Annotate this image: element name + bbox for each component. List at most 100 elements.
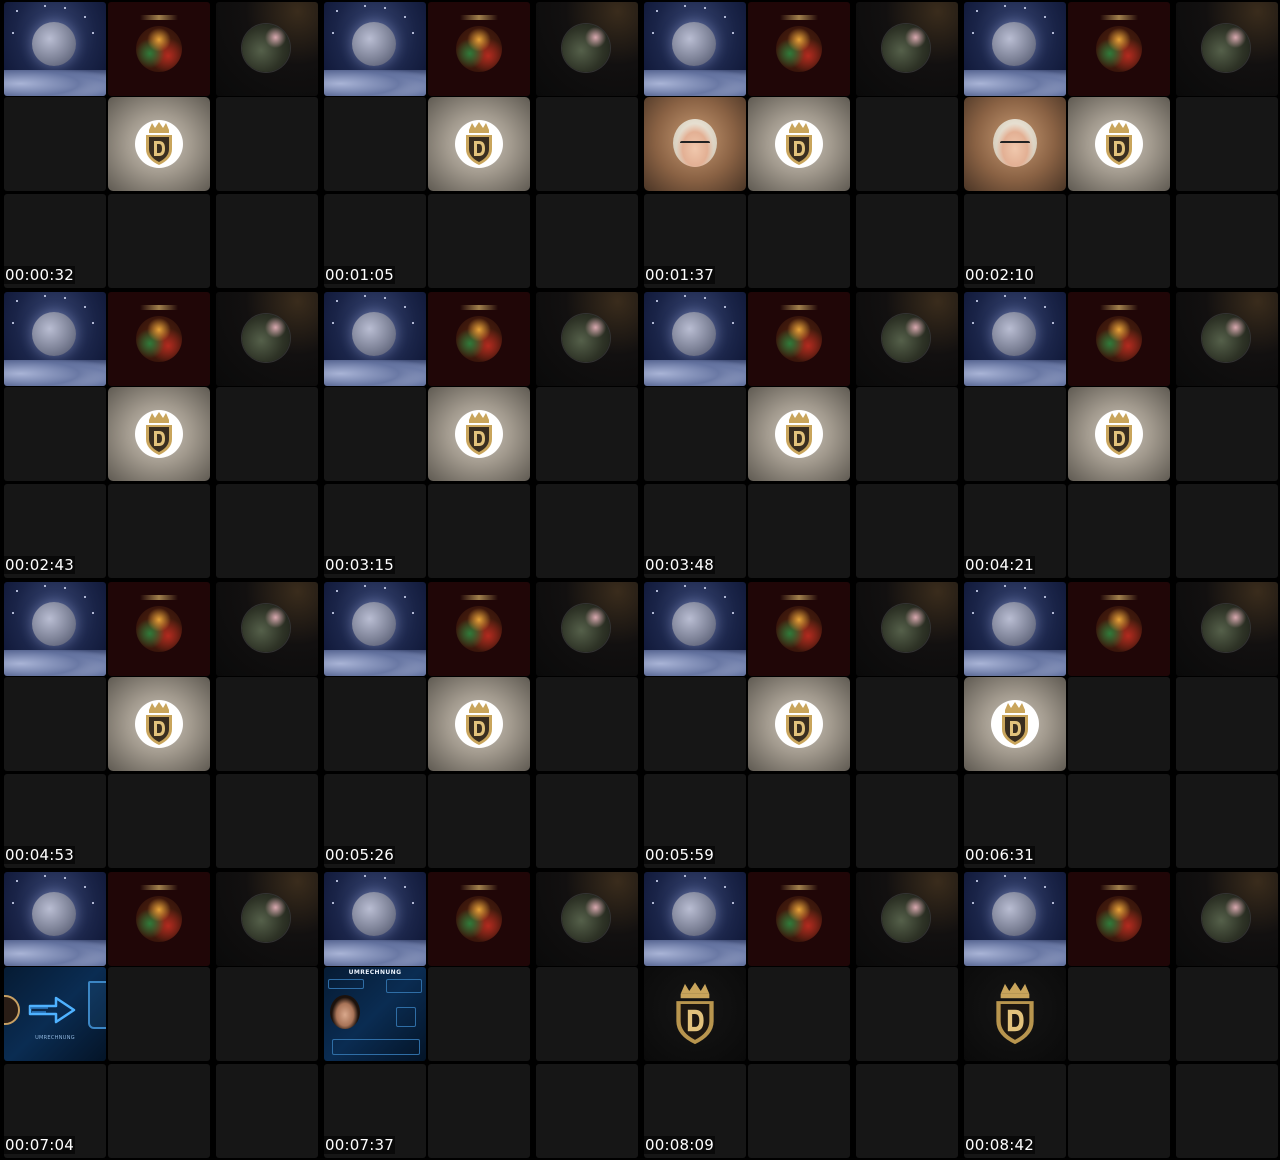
person-tile (964, 97, 1066, 191)
empty-tile (1176, 97, 1278, 191)
moon-tile (4, 292, 106, 386)
empty-tile (1176, 677, 1278, 771)
video-frame: 00:08:42 (960, 870, 1280, 1160)
star (732, 322, 734, 324)
star (704, 297, 706, 299)
star (44, 295, 46, 297)
star (332, 612, 334, 614)
warrior-tile (1068, 872, 1170, 966)
warrior-avatar-icon (1096, 316, 1142, 362)
video-frame: 00:00:32 (0, 0, 320, 290)
clouds (324, 70, 426, 96)
empty-tile (536, 97, 638, 191)
moon-tile (324, 582, 426, 676)
star (684, 585, 686, 587)
empty-tile (108, 967, 210, 1061)
timestamp-label: 00:04:21 (964, 556, 1035, 574)
profile-avatar-icon (882, 604, 930, 652)
clouds (324, 940, 426, 966)
timestamp-label: 00:07:04 (4, 1136, 75, 1154)
video-frame: 00:01:37 (640, 0, 960, 290)
logo-tile (428, 97, 530, 191)
banner (460, 15, 498, 20)
logo-tile (428, 677, 530, 771)
timestamp-label: 00:05:26 (324, 846, 395, 864)
star (704, 7, 706, 9)
clouds (324, 650, 426, 676)
star (724, 886, 726, 888)
star (364, 585, 366, 587)
empty-tile (964, 387, 1066, 481)
star (12, 612, 14, 614)
star (384, 877, 386, 879)
star (656, 590, 658, 592)
video-frame: 00:05:26 (320, 580, 640, 870)
star (44, 585, 46, 587)
moon-tile (964, 292, 1066, 386)
profile-avatar-icon (1202, 24, 1250, 72)
star (412, 322, 414, 324)
star (92, 612, 94, 614)
video-frame: 00:01:05 (320, 0, 640, 290)
banner (780, 595, 818, 600)
moon-tile (644, 292, 746, 386)
d-shield-crown-icon (676, 982, 714, 1045)
star (1052, 902, 1054, 904)
portrait-icon (330, 995, 360, 1029)
moon-clouds-icon (32, 312, 76, 356)
star (652, 902, 654, 904)
empty-tile (108, 484, 210, 578)
star (652, 322, 654, 324)
profile-avatar-icon (562, 604, 610, 652)
empty-tile (1068, 774, 1170, 868)
moon-clouds-icon (672, 22, 716, 66)
warrior-avatar-icon (776, 606, 822, 652)
banner (1100, 305, 1138, 310)
warrior-tile (108, 872, 210, 966)
d-shield-crown-icon (466, 122, 492, 165)
star (976, 880, 978, 882)
empty-tile (1068, 967, 1170, 1061)
empty-tile (856, 774, 958, 868)
star (1052, 322, 1054, 324)
empty-tile (428, 194, 530, 288)
portrait-ring (4, 995, 20, 1025)
logo-tile (964, 677, 1066, 771)
star (364, 295, 366, 297)
profile-avatar-icon (1202, 604, 1250, 652)
empty-tile (748, 967, 850, 1061)
clouds (644, 70, 746, 96)
profile-tile (856, 872, 958, 966)
empty-tile (428, 774, 530, 868)
glasses (1000, 141, 1030, 151)
banner (140, 885, 178, 890)
star (84, 16, 86, 18)
empty-tile (4, 97, 106, 191)
warrior-tile (1068, 292, 1170, 386)
star (84, 596, 86, 598)
star (364, 5, 366, 7)
warrior-tile (428, 292, 530, 386)
star (336, 10, 338, 12)
warrior-tile (1068, 582, 1170, 676)
star (384, 297, 386, 299)
empty-tile (108, 774, 210, 868)
moon-clouds-icon (32, 22, 76, 66)
empty-tile (1176, 194, 1278, 288)
d-shield-crown-icon (786, 702, 812, 745)
star (656, 880, 658, 882)
star (92, 322, 94, 324)
star (732, 902, 734, 904)
star (84, 306, 86, 308)
empty-tile (216, 387, 318, 481)
moon-tile (324, 292, 426, 386)
moon-tile (964, 872, 1066, 966)
empty-tile (856, 967, 958, 1061)
warrior-tile (748, 2, 850, 96)
star (12, 322, 14, 324)
profile-tile (1176, 2, 1278, 96)
profile-tile (1176, 872, 1278, 966)
star (684, 875, 686, 877)
empty-tile (1176, 1064, 1278, 1158)
banner (1100, 885, 1138, 890)
